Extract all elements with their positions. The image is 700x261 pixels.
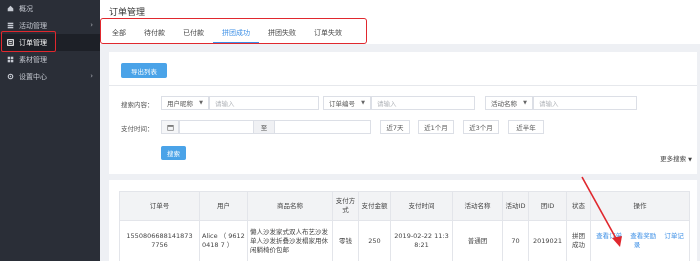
caret-down-icon: ▼ (361, 100, 365, 106)
list-icon (6, 22, 14, 30)
col-pay-time: 支付时间 (390, 191, 453, 221)
quick-range-6m[interactable]: 近半年 (508, 120, 544, 134)
col-amount: 支付金额 (358, 191, 391, 221)
col-user: 用户 (199, 191, 248, 221)
sidebar-item-label: 设置中心 (19, 72, 47, 81)
page-title: 订单管理 (109, 8, 146, 18)
home-icon (6, 5, 14, 13)
main-area: 订单管理 全部 待付款 已付款 拼团成功 拼团失败 订单失效 导出列表 搜索内容… (100, 0, 700, 261)
order-search-input[interactable]: 请输入 (371, 96, 475, 110)
sidebar-item-label: 活动管理 (19, 21, 47, 30)
sidebar-item-label: 素材管理 (19, 55, 47, 64)
sidebar-item-overview[interactable]: 概况 (0, 0, 100, 17)
tabs-highlight-box (100, 18, 367, 44)
caret-down-icon: ▼ (688, 157, 692, 163)
col-actions: 操作 (590, 191, 690, 221)
page-header: 订单管理 全部 待付款 已付款 拼团成功 拼团失败 订单失效 (100, 0, 700, 44)
view-reward-link[interactable]: 查看奖励 (630, 232, 656, 240)
cell-user: Alice （ 96120418 7 ） (199, 220, 248, 261)
view-order-link[interactable]: 查看订单 (596, 232, 622, 240)
end-date-input[interactable] (274, 120, 371, 134)
divider (109, 85, 697, 86)
order-field-select[interactable]: 订单编号 ▼ (323, 96, 371, 110)
table-row: 1550806688141873 7756 Alice （ 96120418 7… (119, 220, 690, 261)
table-header-row: 订单号 用户 商品名称 支付方式 支付金额 支付时间 活动名称 活动ID 团ID… (119, 191, 690, 221)
cell-pay-method: 零钱 (332, 220, 359, 261)
quick-range-7d[interactable]: 近7天 (380, 120, 410, 134)
activity-select-value: 活动名称 (491, 100, 517, 108)
col-product: 商品名称 (247, 191, 333, 221)
sidebar-item-label: 概况 (19, 4, 33, 13)
grid-icon (6, 56, 14, 64)
calendar-icon[interactable] (161, 120, 179, 134)
cell-pay-time: 2019-02-22 11:3 8:21 (390, 220, 453, 261)
activity-search-input[interactable]: 请输入 (533, 96, 637, 110)
filter-panel: 导出列表 搜索内容： 用户昵称 ▼ 请输入 订单编号 ▼ 请输入 活动名称 ▼ … (109, 52, 697, 174)
col-activity-id: 活动ID (502, 191, 529, 221)
user-field-select[interactable]: 用户昵称 ▼ (161, 96, 209, 110)
start-date-input[interactable] (179, 120, 254, 134)
cell-product: 懒人沙发家式双人布艺沙发单人沙发折叠沙发榻家用休闲躺椅价包邮 (247, 220, 333, 261)
more-search-label: 更多搜索 (660, 155, 687, 163)
cell-amount: 250 (358, 220, 391, 261)
col-order-no: 订单号 (119, 191, 200, 221)
order-select-value: 订单编号 (329, 100, 355, 108)
search-content-label: 搜索内容： (121, 101, 154, 109)
sidebar: 概况 活动管理 › 订单管理 素材管理 设置中心 › (0, 0, 100, 261)
orders-table: 订单号 用户 商品名称 支付方式 支付金额 支付时间 活动名称 活动ID 团ID… (119, 191, 690, 261)
sidebar-item-settings[interactable]: 设置中心 › (0, 68, 100, 85)
user-search-input[interactable]: 请输入 (209, 96, 319, 110)
caret-down-icon: ▼ (523, 100, 527, 106)
cell-activity-name: 普通团 (452, 220, 503, 261)
chevron-right-icon: › (90, 72, 93, 80)
date-range-separator: 至 (254, 120, 274, 134)
cell-activity-id: 70 (502, 220, 529, 261)
col-status: 状态 (566, 191, 591, 221)
cell-order-no: 1550806688141873 7756 (119, 220, 200, 261)
export-list-button[interactable]: 导出列表 (121, 63, 167, 78)
pay-time-label: 支付时间： (121, 125, 154, 133)
sidebar-item-materials[interactable]: 素材管理 (0, 51, 100, 68)
activity-field-select[interactable]: 活动名称 ▼ (485, 96, 533, 110)
gear-icon (6, 73, 14, 81)
chevron-right-icon: › (90, 21, 93, 29)
cell-group-id: 2019021 (528, 220, 567, 261)
search-button[interactable]: 搜索 (161, 146, 186, 160)
col-pay-method: 支付方式 (332, 191, 359, 221)
col-activity-name: 活动名称 (452, 191, 503, 221)
user-select-value: 用户昵称 (167, 100, 193, 108)
cell-actions: 查看订单 查看奖励 订单记录 (590, 220, 690, 261)
sidebar-highlight-box (1, 31, 56, 52)
quick-range-3m[interactable]: 近3个月 (463, 120, 499, 134)
orders-table-panel: 订单号 用户 商品名称 支付方式 支付金额 支付时间 活动名称 活动ID 团ID… (109, 180, 697, 261)
more-search-toggle[interactable]: 更多搜索 ▼ (660, 153, 692, 163)
col-group-id: 团ID (528, 191, 567, 221)
quick-range-1m[interactable]: 近1个月 (418, 120, 454, 134)
caret-down-icon: ▼ (199, 100, 203, 106)
cell-status: 拼团成功 (566, 220, 591, 261)
